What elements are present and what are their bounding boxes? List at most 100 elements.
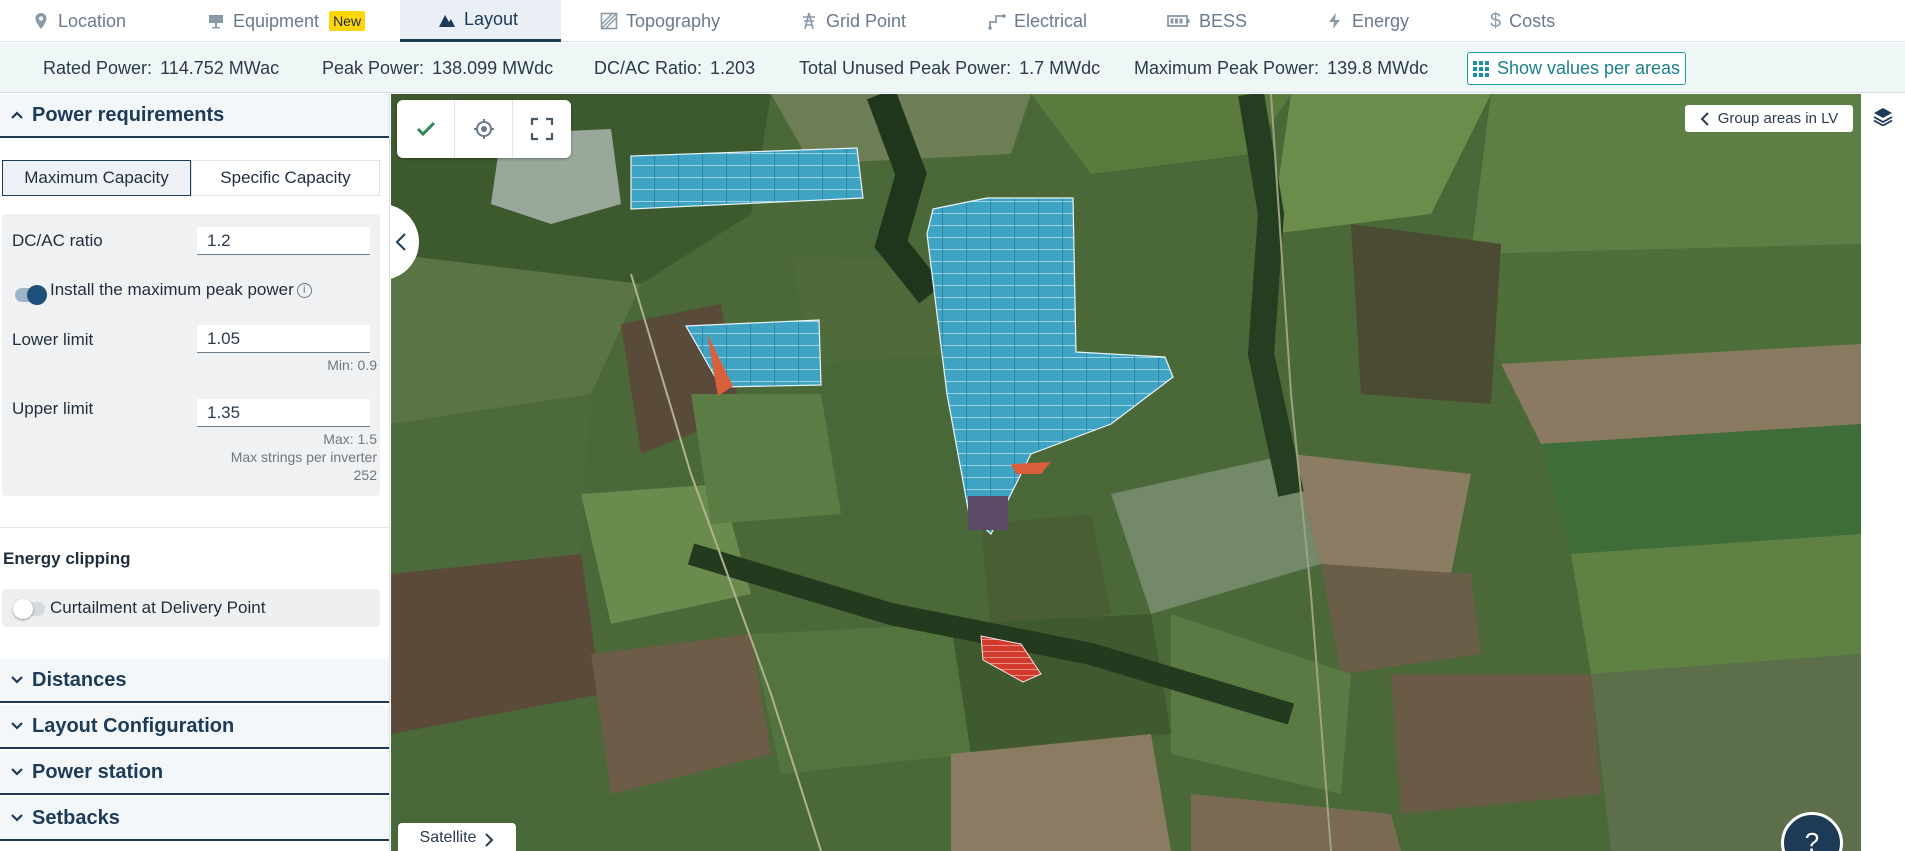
pv-area-1[interactable] <box>630 147 864 210</box>
fullscreen-icon <box>530 117 554 141</box>
layers-button[interactable] <box>1873 106 1893 131</box>
tab-location[interactable]: Location <box>32 0 172 42</box>
restricted-zone[interactable] <box>968 496 1008 530</box>
tab-label: Costs <box>1509 10 1556 31</box>
tab-label: BESS <box>1199 10 1248 31</box>
chevron-down-icon <box>11 768 23 776</box>
specific-capacity-option[interactable]: Specific Capacity <box>191 160 380 196</box>
tab-topography[interactable]: Topography <box>600 0 750 42</box>
section-title: Power station <box>32 760 164 783</box>
location-pin-icon <box>35 13 47 29</box>
chevron-up-icon <box>11 111 23 119</box>
distances-header[interactable]: Distances <box>0 659 389 703</box>
section-title: Setbacks <box>32 806 120 829</box>
section-title: Power requirements <box>32 103 225 126</box>
power-requirements-header[interactable]: Power requirements <box>0 94 389 138</box>
grid-tower-icon <box>803 12 815 30</box>
lower-limit-label: Lower limit <box>12 330 94 349</box>
metric-value: 139.8 MWdc <box>1327 57 1429 78</box>
target-icon <box>473 119 494 139</box>
toggle-knob <box>27 285 47 305</box>
field <box>981 514 1111 634</box>
metric-label: Total Unused Peak Power: <box>799 57 1012 78</box>
electrical-icon <box>988 14 1006 30</box>
tab-bess[interactable]: BESS <box>1167 0 1277 42</box>
upper-limit-label: Upper limit <box>12 399 94 418</box>
tab-label: Energy <box>1352 10 1410 31</box>
satellite-toggle-button[interactable]: Satellite <box>398 823 516 851</box>
button-label: Group areas in LV <box>1717 110 1839 127</box>
tab-energy[interactable]: Energy <box>1326 0 1436 42</box>
locate-button[interactable] <box>455 100 513 158</box>
battery-icon <box>1167 15 1190 27</box>
unused-peak-metric: Total Unused Peak Power: 1.7 MWdc <box>799 43 1100 93</box>
dcac-ratio-label: DC/AC ratio <box>12 231 103 250</box>
tab-layout[interactable]: Layout <box>400 0 561 42</box>
tab-grid-point[interactable]: Grid Point <box>800 0 940 42</box>
field <box>1391 674 1601 814</box>
field <box>1571 534 1861 674</box>
fullscreen-button[interactable] <box>513 100 571 158</box>
field <box>1351 224 1501 404</box>
chevron-left-icon <box>395 233 406 251</box>
energy-clipping-title: Energy clipping <box>3 549 131 568</box>
field <box>751 624 971 774</box>
max-peak-metric: Maximum Peak Power: 139.8 MWdc <box>1134 43 1428 93</box>
tab-label: Equipment <box>233 10 320 31</box>
info-icon[interactable]: i <box>296 283 312 298</box>
tab-label: Layout <box>464 9 519 29</box>
field <box>1541 424 1861 554</box>
upper-limit-input[interactable]: 1.35 <box>197 399 370 427</box>
metric-value: 1.7 MWdc <box>1019 57 1101 78</box>
button-label: Show values per areas <box>1496 58 1681 78</box>
tab-label: Location <box>58 10 127 31</box>
chevron-down-icon <box>11 676 23 684</box>
right-rail <box>1861 94 1905 851</box>
group-areas-button[interactable]: Group areas in LV <box>1685 105 1853 132</box>
satellite-map[interactable]: Group areas in LV Satellite ? <box>391 94 1861 851</box>
mountain-icon <box>439 14 455 27</box>
metric-value: 114.752 MWac <box>160 57 280 78</box>
toggle-knob <box>13 599 33 619</box>
tab-costs[interactable]: $ Costs <box>1490 0 1600 42</box>
section-title: Layout Configuration <box>32 714 235 737</box>
new-badge: New <box>329 11 366 31</box>
confirm-button[interactable] <box>397 100 455 158</box>
maximum-capacity-option[interactable]: Maximum Capacity <box>2 160 191 196</box>
panel-icon <box>209 15 223 29</box>
dollar-icon: $ <box>1490 9 1502 32</box>
curtailment-toggle[interactable] <box>13 599 45 619</box>
layout-configuration-header[interactable]: Layout Configuration <box>0 705 389 749</box>
button-label: Satellite <box>419 829 477 846</box>
metric-value: 1.203 <box>710 57 756 78</box>
power-station-header[interactable]: Power station <box>0 751 389 795</box>
field <box>951 734 1171 851</box>
dcac-ratio-metric: DC/AC Ratio: 1.203 <box>594 43 755 93</box>
settings-panel: Power requirements Maximum Capacity Spec… <box>0 94 390 851</box>
peak-power-metric: Peak Power: 138.099 MWdc <box>322 43 553 93</box>
capacity-mode-toggle: Maximum Capacity Specific Capacity <box>2 160 380 196</box>
rated-power-metric: Rated Power: 114.752 MWac <box>43 43 279 93</box>
tab-equipment[interactable]: Equipment New <box>207 0 367 42</box>
tab-electrical[interactable]: Electrical <box>988 0 1128 42</box>
setbacks-header[interactable]: Setbacks <box>0 797 389 841</box>
metric-value: 138.099 MWdc <box>432 57 554 78</box>
section-title: Distances <box>32 668 127 691</box>
field <box>691 394 841 524</box>
field <box>1471 244 1861 364</box>
dcac-ratio-input[interactable]: 1.2 <box>197 227 370 255</box>
curtailment-label: Curtailment at Delivery Point <box>50 598 266 617</box>
check-icon <box>416 121 435 137</box>
toggle-label: Install the maximum peak power <box>50 280 294 299</box>
show-values-per-areas-button[interactable]: Show values per areas <box>1467 52 1686 85</box>
upper-limit-hint: Max: 1.5 <box>323 431 377 447</box>
grid-icon <box>1472 60 1489 77</box>
map-toolbar <box>397 100 571 158</box>
install-max-peak-toggle[interactable] <box>15 285 47 305</box>
bolt-icon <box>1329 13 1340 29</box>
tab-label: Electrical <box>1014 10 1088 31</box>
chevron-down-icon <box>11 722 23 730</box>
metric-label: DC/AC Ratio: <box>594 57 703 78</box>
lower-limit-input[interactable]: 1.05 <box>197 325 370 353</box>
topography-icon <box>600 12 618 30</box>
